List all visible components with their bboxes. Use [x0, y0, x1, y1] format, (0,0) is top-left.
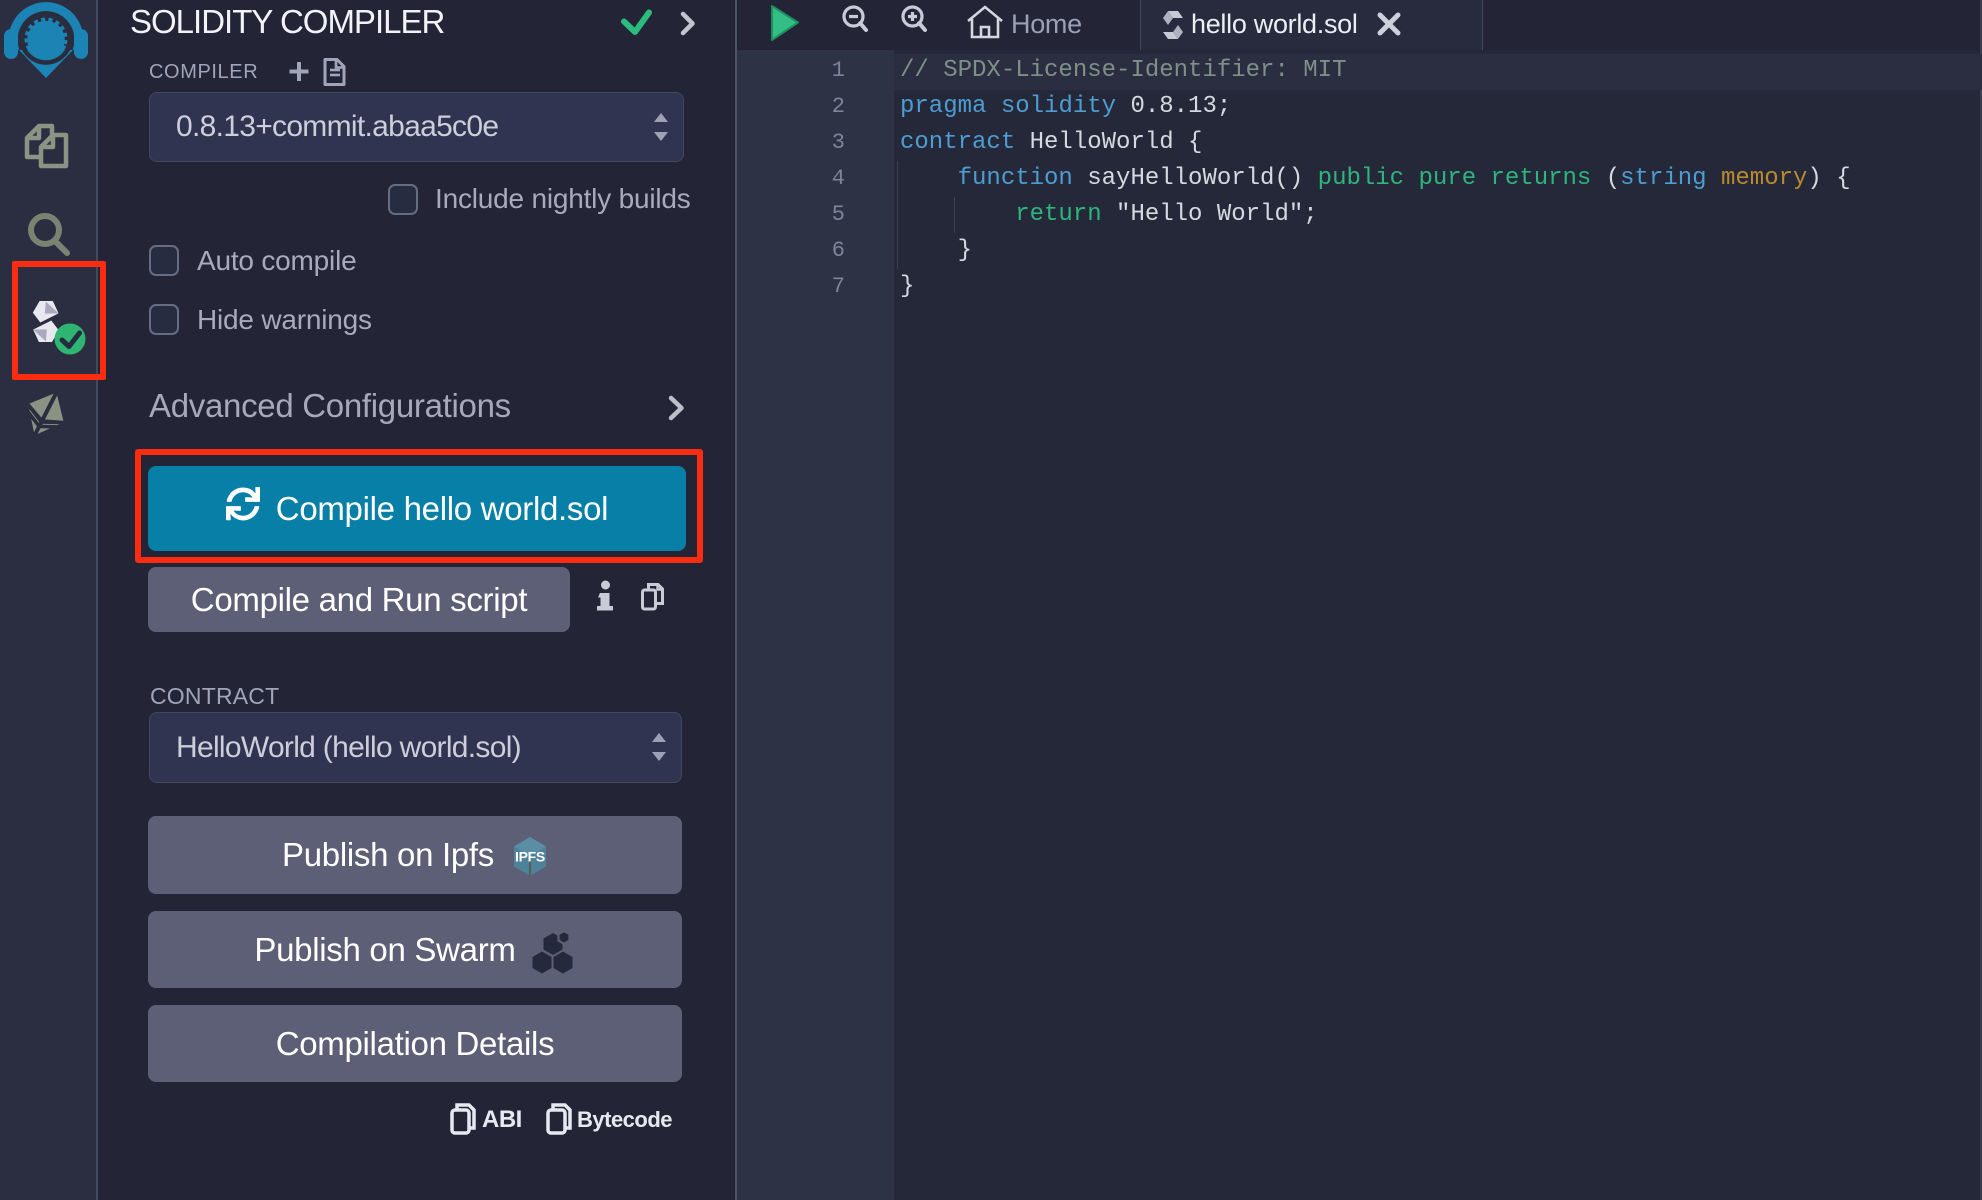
svg-text:IPFS: IPFS — [515, 849, 545, 865]
